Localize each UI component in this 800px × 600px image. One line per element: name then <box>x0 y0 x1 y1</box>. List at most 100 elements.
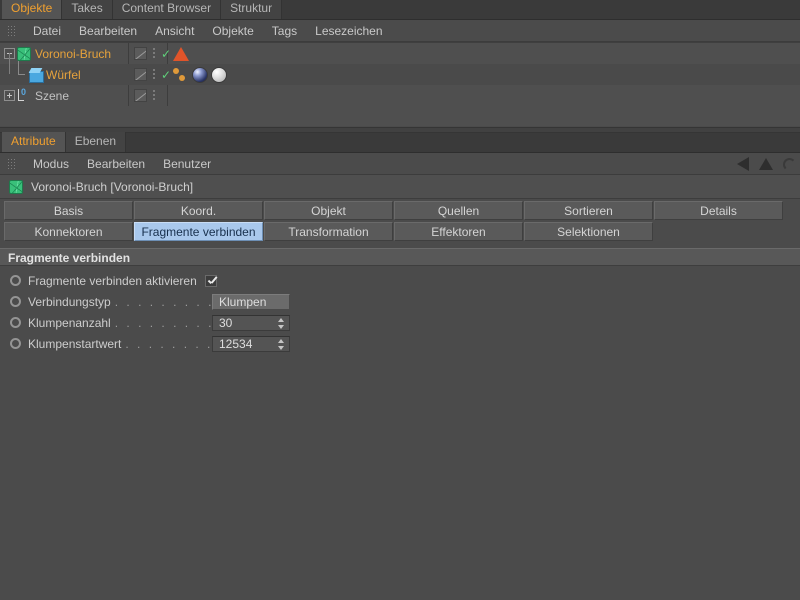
object-manager-panel: Objekte Takes Content Browser Struktur D… <box>0 0 800 127</box>
menu-bearbeiten-attr[interactable]: Bearbeiten <box>78 154 154 174</box>
klumpenanzahl-value: 30 <box>219 315 233 330</box>
object-name[interactable]: Szene <box>35 89 69 103</box>
tree-connector-line <box>0 53 14 85</box>
tree-row-name-cell[interactable]: Voronoi-Bruch <box>0 43 128 64</box>
tab-takes[interactable]: Takes <box>62 0 113 19</box>
fragmente-verbinden-aktivieren-checkbox[interactable] <box>204 274 217 287</box>
voronoi-fracture-icon <box>17 46 31 61</box>
table-row[interactable]: 0 Szene <box>0 85 800 106</box>
layer-swatch-icon[interactable] <box>134 89 147 102</box>
parameter-tab-grid: Basis Koord. Objekt Quellen Sortieren De… <box>0 199 800 245</box>
attr-menubar-grip-icon[interactable] <box>7 158 16 169</box>
object-manager-tabstrip: Objekte Takes Content Browser Struktur <box>0 0 800 20</box>
param-bullet-icon[interactable] <box>10 296 21 307</box>
menu-objekte[interactable]: Objekte <box>203 21 262 41</box>
simulation-tag-triangle-icon[interactable] <box>173 46 189 61</box>
tab-selektionen[interactable]: Selektionen <box>524 222 653 241</box>
tree-row-flags-cell[interactable] <box>128 85 167 106</box>
section-title: Fragmente verbinden <box>0 248 800 266</box>
klumpenstartwert-stepper[interactable] <box>278 338 285 351</box>
table-row[interactable]: Voronoi-Bruch ✓ <box>0 43 800 64</box>
tab-attribute[interactable]: Attribute <box>2 132 66 152</box>
menu-bearbeiten[interactable]: Bearbeiten <box>70 21 146 41</box>
tab-ebenen[interactable]: Ebenen <box>65 132 127 152</box>
param-label: Klumpenstartwert <box>28 336 122 351</box>
attribute-manager-menubar: Modus Bearbeiten Benutzer <box>0 153 800 175</box>
tab-struktur[interactable]: Struktur <box>221 0 283 19</box>
tree-row-tags-cell[interactable] <box>167 43 800 64</box>
menu-lesezeichen[interactable]: Lesezeichen <box>306 21 391 41</box>
attribute-manager-panel: Attribute Ebenen Modus Bearbeiten Benutz… <box>0 132 800 600</box>
layer-swatch-icon[interactable] <box>134 47 147 60</box>
verbindungstyp-value: Klumpen <box>219 294 267 309</box>
up-arrow-icon[interactable] <box>759 158 773 170</box>
object-name[interactable]: Würfel <box>46 68 81 82</box>
expander-plus-icon[interactable] <box>4 90 15 101</box>
param-bullet-icon[interactable] <box>10 317 21 328</box>
point-tag-icon[interactable] <box>173 67 188 82</box>
tab-effektoren[interactable]: Effektoren <box>394 222 523 241</box>
tab-fragmente-verbinden[interactable]: Fragmente verbinden <box>134 222 263 241</box>
param-row-klumpenanzahl[interactable]: Klumpenanzahl . . . . . . . . . . . . . … <box>0 312 800 333</box>
param-bullet-icon[interactable] <box>10 338 21 349</box>
material-tag-blue-icon[interactable] <box>192 66 208 83</box>
menu-datei[interactable]: Datei <box>24 21 70 41</box>
cinema4d-window: Objekte Takes Content Browser Struktur D… <box>0 0 800 600</box>
klumpenanzahl-input[interactable]: 30 <box>212 314 290 331</box>
object-tree[interactable]: Voronoi-Bruch ✓ Würfel ✓ 0 Szene <box>0 42 800 126</box>
tree-empty-row[interactable] <box>0 106 800 126</box>
attribute-manager-tabstrip: Attribute Ebenen <box>0 132 800 153</box>
tab-sortieren[interactable]: Sortieren <box>524 201 653 220</box>
tree-row-flags-cell[interactable]: ✓ <box>128 64 171 85</box>
visibility-dots-icon[interactable] <box>152 68 156 81</box>
menu-benutzer[interactable]: Benutzer <box>154 154 220 174</box>
layer-swatch-icon[interactable] <box>134 68 147 81</box>
menubar-grip-icon[interactable] <box>7 25 16 36</box>
tab-objekte[interactable]: Objekte <box>2 0 63 19</box>
param-label: Verbindungstyp <box>28 294 111 309</box>
parameter-list: Fragmente verbinden aktivieren Verbindun… <box>0 266 800 354</box>
tree-row-tags-cell[interactable] <box>167 64 800 85</box>
object-name[interactable]: Voronoi-Bruch <box>35 47 111 61</box>
param-label: Fragmente verbinden aktivieren <box>28 273 197 288</box>
param-row-klumpenstartwert[interactable]: Klumpenstartwert . . . . . . . . . . . 1… <box>0 333 800 354</box>
menu-modus[interactable]: Modus <box>24 154 78 174</box>
visibility-dots-icon[interactable] <box>152 89 156 102</box>
verbindungstyp-dropdown[interactable]: Klumpen <box>212 293 290 310</box>
param-label: Klumpenanzahl <box>28 315 111 330</box>
parameter-tab-row-1: Basis Koord. Objekt Quellen Sortieren De… <box>4 201 797 220</box>
visibility-dots-icon[interactable] <box>152 47 156 60</box>
attribute-nav-icons <box>737 153 796 175</box>
tree-row-name-cell[interactable]: 0 Szene <box>0 85 128 106</box>
tab-basis[interactable]: Basis <box>4 201 133 220</box>
tab-konnektoren[interactable]: Konnektoren <box>4 222 133 241</box>
klumpenstartwert-input[interactable]: 12534 <box>212 335 290 352</box>
tab-transformation[interactable]: Transformation <box>264 222 393 241</box>
tree-row-name-cell[interactable]: Würfel <box>0 53 128 85</box>
tab-koord[interactable]: Koord. <box>134 201 263 220</box>
tab-content-browser[interactable]: Content Browser <box>112 0 222 19</box>
menu-tags[interactable]: Tags <box>263 21 306 41</box>
tab-quellen[interactable]: Quellen <box>394 201 523 220</box>
tab-objekt[interactable]: Objekt <box>264 201 393 220</box>
tree-row-tags-cell[interactable] <box>167 85 800 106</box>
page-title: Voronoi-Bruch [Voronoi-Bruch] <box>31 179 194 194</box>
history-icon[interactable] <box>783 157 796 171</box>
klumpenstartwert-value: 12534 <box>219 336 253 351</box>
param-bullet-icon[interactable] <box>10 275 21 286</box>
parameter-tab-row-2: Konnektoren Fragmente verbinden Transfor… <box>4 222 797 241</box>
tab-details[interactable]: Details <box>654 201 783 220</box>
tree-elbow-line <box>14 61 29 85</box>
menu-ansicht[interactable]: Ansicht <box>146 21 203 41</box>
param-row-fragmente-aktivieren[interactable]: Fragmente verbinden aktivieren <box>0 270 800 291</box>
object-manager-menubar: Datei Bearbeiten Ansicht Objekte Tags Le… <box>0 20 800 42</box>
param-row-verbindungstyp[interactable]: Verbindungstyp . . . . . . . . . . . . .… <box>0 291 800 312</box>
table-row[interactable]: Würfel ✓ <box>0 53 800 85</box>
scene-layer-icon: 0 <box>17 87 31 102</box>
attribute-object-header: Voronoi-Bruch [Voronoi-Bruch] <box>0 175 800 199</box>
back-arrow-icon[interactable] <box>737 157 749 171</box>
klumpenanzahl-stepper[interactable] <box>278 317 285 330</box>
material-tag-white-icon[interactable] <box>211 66 227 83</box>
tree-row-flags-cell[interactable]: ✓ <box>128 43 171 64</box>
voronoi-fracture-icon <box>9 179 23 194</box>
